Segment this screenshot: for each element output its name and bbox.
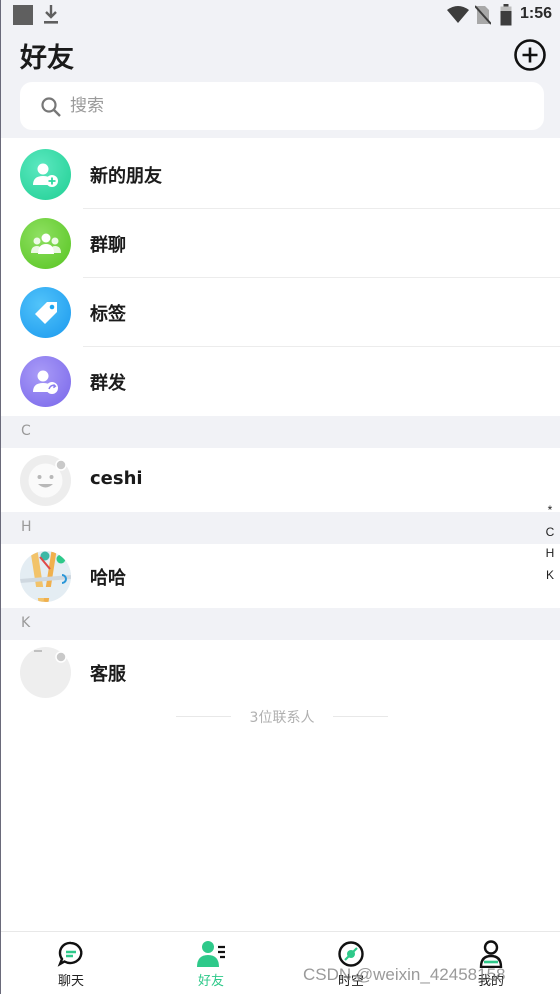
contacts-icon — [197, 941, 225, 967]
contact-item[interactable]: ceshi — [1, 448, 560, 512]
avatar — [20, 455, 71, 506]
tab-label: 聊天 — [57, 974, 84, 989]
avatar — [20, 647, 71, 698]
feature-label: 群发 — [90, 373, 126, 394]
feature-label: 标签 — [90, 304, 126, 325]
section-letter: K — [21, 615, 31, 631]
section-letter: H — [21, 519, 32, 535]
search-box[interactable] — [20, 82, 544, 130]
tag-icon — [20, 287, 71, 338]
new-friends-item[interactable]: 新的朋友 — [1, 140, 560, 209]
tab-label: 好友 — [197, 974, 224, 989]
wifi-icon — [447, 6, 469, 23]
broadcast-item[interactable]: 群发 — [1, 347, 560, 416]
index-letter[interactable]: C — [541, 522, 559, 544]
contacts-screen: 1:56 好友 新的朋友 — [0, 0, 560, 994]
group-chat-item[interactable]: 群聊 — [1, 209, 560, 278]
contact-name: 客服 — [90, 664, 126, 685]
header: 好友 — [1, 30, 560, 138]
avatar — [20, 551, 71, 602]
new-friend-icon — [20, 149, 71, 200]
search-input[interactable] — [70, 90, 520, 122]
feature-label: 新的朋友 — [90, 166, 162, 187]
chat-bubble-icon — [57, 941, 83, 967]
section-letter: C — [21, 423, 31, 439]
section-header-c: C — [1, 416, 560, 448]
feature-label: 群聊 — [90, 235, 126, 256]
add-circle-icon[interactable] — [513, 38, 547, 72]
contact-item[interactable]: 客服 — [1, 640, 560, 704]
group-chat-icon — [20, 218, 71, 269]
battery-icon — [500, 4, 512, 26]
status-time: 1:56 — [520, 5, 553, 22]
contact-item[interactable]: 哈哈 — [1, 544, 560, 608]
tags-item[interactable]: 标签 — [1, 278, 560, 347]
index-letter[interactable]: K — [541, 565, 559, 587]
tab-friends[interactable]: 好友 — [141, 932, 281, 994]
broadcast-icon — [20, 356, 71, 407]
no-sim-icon — [475, 5, 491, 25]
section-header-k: K — [1, 608, 560, 640]
divider — [333, 716, 388, 717]
contact-name: 哈哈 — [90, 568, 126, 589]
watermark: CSDN @weixin_42458158 — [303, 965, 506, 984]
search-icon — [41, 97, 61, 117]
index-letter[interactable]: * — [541, 500, 559, 522]
app-square-icon — [13, 5, 33, 25]
section-header-h: H — [1, 512, 560, 544]
page-title: 好友 — [20, 43, 74, 74]
status-bar: 1:56 — [1, 0, 560, 30]
contact-name: ceshi — [90, 468, 143, 489]
alphabet-index-bar[interactable]: * C H K — [541, 500, 559, 586]
contact-count-text: 3位联系人 — [249, 710, 315, 726]
contact-count: 3位联系人 — [176, 706, 388, 726]
index-letter[interactable]: H — [541, 543, 559, 565]
download-icon — [44, 5, 58, 24]
tab-chat[interactable]: 聊天 — [1, 932, 141, 994]
profile-icon — [479, 940, 503, 968]
discover-icon — [338, 941, 364, 967]
